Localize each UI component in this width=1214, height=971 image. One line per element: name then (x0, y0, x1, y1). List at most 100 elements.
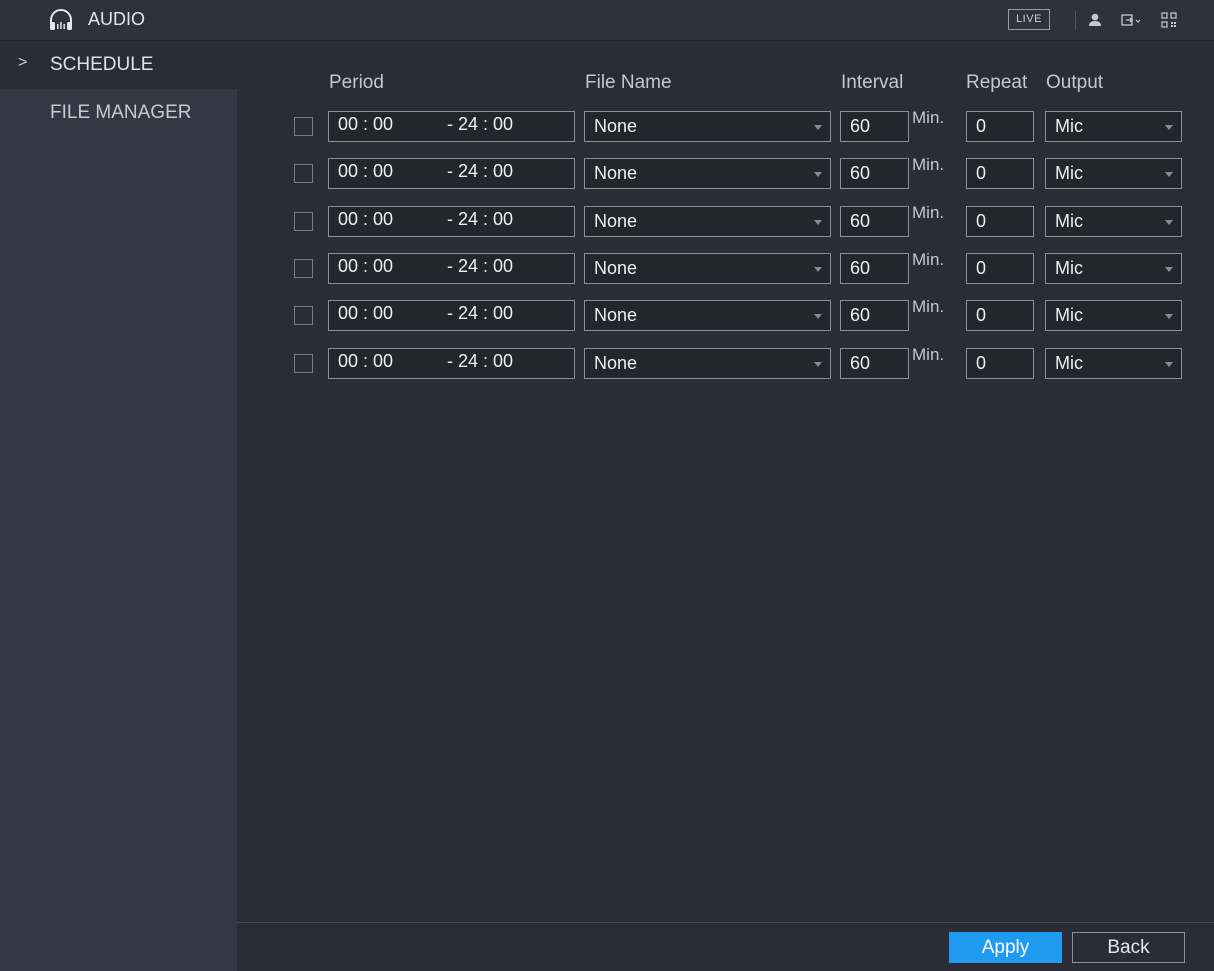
dropdown-arrow-icon (1165, 267, 1173, 272)
interval-input[interactable]: 60 (840, 300, 909, 331)
top-bar: AUDIO LIVE (0, 0, 1214, 41)
output-value: Mic (1055, 211, 1083, 231)
interval-input[interactable]: 60 (840, 158, 909, 189)
page-title: AUDIO (88, 9, 146, 29)
interval-value: 60 (850, 353, 871, 373)
interval-value: 60 (850, 258, 871, 278)
interval-input[interactable]: 60 (840, 253, 909, 284)
dropdown-arrow-icon (1165, 362, 1173, 367)
user-icon[interactable] (1086, 11, 1104, 29)
output-select[interactable]: Mic (1045, 206, 1182, 237)
repeat-input[interactable]: 0 (966, 253, 1034, 284)
period-start: 00 : 00 (338, 209, 394, 229)
chevron-right-icon: > (18, 54, 28, 71)
file-name-select[interactable]: None (584, 348, 831, 379)
period-end: - 24 : 00 (447, 303, 514, 323)
file-name-value: None (594, 353, 638, 373)
output-value: Mic (1055, 163, 1083, 183)
interval-input[interactable]: 60 (840, 348, 909, 379)
dropdown-arrow-icon (814, 267, 822, 272)
repeat-input[interactable]: 0 (966, 300, 1034, 331)
repeat-value: 0 (976, 116, 987, 136)
enable-checkbox[interactable] (294, 259, 313, 278)
table-row: 00 : 00 - 24 : 00 None 60 Min. 0 Mic (0, 250, 1214, 284)
sidebar-item-schedule[interactable]: > SCHEDULE (0, 41, 237, 89)
file-name-select[interactable]: None (584, 158, 831, 189)
output-select[interactable]: Mic (1045, 348, 1182, 379)
header-output: Output (1046, 72, 1104, 93)
interval-input[interactable]: 60 (840, 111, 909, 142)
enable-checkbox[interactable] (294, 212, 313, 231)
enable-checkbox[interactable] (294, 306, 313, 325)
file-name-value: None (594, 163, 638, 183)
output-select[interactable]: Mic (1045, 111, 1182, 142)
repeat-input[interactable]: 0 (966, 348, 1034, 379)
output-value: Mic (1055, 258, 1083, 278)
interval-input[interactable]: 60 (840, 206, 909, 237)
period-end: - 24 : 00 (447, 256, 514, 276)
file-name-select[interactable]: None (584, 300, 831, 331)
header-repeat: Repeat (966, 72, 1028, 93)
dropdown-arrow-icon (814, 362, 822, 367)
dropdown-arrow-icon (814, 220, 822, 225)
qr-code-icon[interactable] (1160, 11, 1178, 29)
period-input[interactable]: 00 : 00 - 24 : 00 (328, 253, 575, 284)
interval-unit: Min. (912, 250, 945, 269)
dropdown-arrow-icon (814, 172, 822, 177)
period-end: - 24 : 00 (447, 161, 514, 181)
interval-value: 60 (850, 116, 871, 136)
repeat-input[interactable]: 0 (966, 111, 1034, 142)
header-period: Period (329, 72, 384, 93)
apply-button[interactable]: Apply (949, 932, 1062, 963)
logout-icon[interactable] (1120, 11, 1142, 29)
file-name-select[interactable]: None (584, 206, 831, 237)
header-interval: Interval (841, 72, 904, 93)
dropdown-arrow-icon (1165, 172, 1173, 177)
live-button[interactable]: LIVE (1008, 9, 1050, 30)
sidebar-item-label: SCHEDULE (50, 54, 154, 75)
repeat-value: 0 (976, 305, 987, 325)
period-start: 00 : 00 (338, 303, 394, 323)
period-start: 00 : 00 (338, 351, 394, 371)
enable-checkbox[interactable] (294, 117, 313, 136)
period-input[interactable]: 00 : 00 - 24 : 00 (328, 158, 575, 189)
table-row: 00 : 00 - 24 : 00 None 60 Min. 0 Mic (0, 345, 1214, 379)
enable-checkbox[interactable] (294, 354, 313, 373)
interval-unit: Min. (912, 297, 945, 316)
period-end: - 24 : 00 (447, 209, 514, 229)
file-name-select[interactable]: None (584, 111, 831, 142)
interval-unit: Min. (912, 108, 945, 127)
output-value: Mic (1055, 116, 1083, 136)
dropdown-arrow-icon (814, 314, 822, 319)
table-row: 00 : 00 - 24 : 00 None 60 Min. 0 Mic (0, 297, 1214, 331)
period-input[interactable]: 00 : 00 - 24 : 00 (328, 206, 575, 237)
topbar-divider (1075, 11, 1076, 30)
period-input[interactable]: 00 : 00 - 24 : 00 (328, 300, 575, 331)
interval-value: 60 (850, 305, 871, 325)
interval-value: 60 (850, 211, 871, 231)
back-button[interactable]: Back (1072, 932, 1185, 963)
period-start: 00 : 00 (338, 161, 394, 181)
repeat-value: 0 (976, 211, 987, 231)
headphones-icon (50, 9, 72, 30)
file-name-value: None (594, 305, 638, 325)
period-input[interactable]: 00 : 00 - 24 : 00 (328, 111, 575, 142)
file-name-select[interactable]: None (584, 253, 831, 284)
enable-checkbox[interactable] (294, 164, 313, 183)
file-name-value: None (594, 258, 638, 278)
footer-divider (237, 922, 1214, 923)
interval-unit: Min. (912, 345, 945, 364)
file-name-value: None (594, 211, 638, 231)
interval-unit: Min. (912, 203, 945, 222)
repeat-input[interactable]: 0 (966, 158, 1034, 189)
period-input[interactable]: 00 : 00 - 24 : 00 (328, 348, 575, 379)
repeat-value: 0 (976, 258, 987, 278)
repeat-value: 0 (976, 163, 987, 183)
output-select[interactable]: Mic (1045, 300, 1182, 331)
repeat-input[interactable]: 0 (966, 206, 1034, 237)
output-value: Mic (1055, 305, 1083, 325)
period-start: 00 : 00 (338, 114, 394, 134)
dropdown-arrow-icon (814, 125, 822, 130)
output-select[interactable]: Mic (1045, 253, 1182, 284)
output-select[interactable]: Mic (1045, 158, 1182, 189)
